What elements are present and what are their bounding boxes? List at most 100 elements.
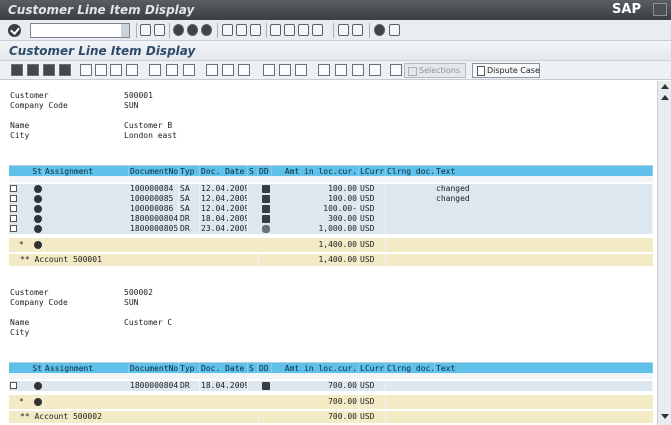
table-row[interactable]: 100000086 SA 12.04.2009 100.00- USD [9,204,653,214]
table-row[interactable]: 1800000805 DR 23.04.2009 1,000.00 USD [9,224,653,234]
first-item-icon[interactable] [11,64,23,76]
choose-layout-icon[interactable] [279,64,291,76]
print-icon[interactable] [222,24,233,36]
document-date: 23.04.2009 [201,224,248,234]
row-select-checkbox[interactable] [10,205,17,212]
due-date-icon [262,185,270,193]
last-page-icon[interactable] [312,24,323,36]
header-field-label: Company Code [10,101,68,110]
column-header[interactable]: Clrng doc. [386,363,435,373]
column-header[interactable]: Typ [179,363,200,373]
table-row[interactable]: 100000085 SA 12.04.2009 100.00 USD changed [9,194,653,204]
column-header[interactable]: DD [258,363,272,373]
find-next-icon[interactable] [250,24,261,36]
row-select-checkbox[interactable] [10,225,17,232]
column-header[interactable]: Text [435,363,653,373]
column-header[interactable]: Amt in loc.cur. [272,166,359,176]
column-header[interactable]: LCurr [359,166,386,176]
save-icon[interactable] [154,24,165,36]
previous-item-icon[interactable] [27,64,39,76]
find-icon[interactable] [236,24,247,36]
toolbar-separator [266,23,267,38]
deselect-all-icon[interactable] [126,64,138,76]
header-field-label: City [10,131,30,140]
info-icon[interactable] [390,64,402,76]
document-type: DR [179,214,200,224]
next-item-icon[interactable] [43,64,55,76]
previous-page-icon[interactable] [284,24,295,36]
command-field[interactable] [30,23,130,38]
filter-icon[interactable] [206,64,218,76]
header-field-label: City [10,328,30,337]
column-header[interactable]: Clrng doc. [386,166,435,176]
column-header[interactable]: Doc. Date [200,363,248,373]
column-header[interactable]: St [9,166,44,176]
shortcut-icon[interactable] [352,24,363,36]
layout-icon[interactable] [263,64,275,76]
subtotal-amount: 1,400.00 [272,254,359,266]
table-row[interactable]: 100000084 SA 12.04.2009 100.00 USD changed [9,184,653,194]
display-icon[interactable] [80,64,92,76]
cancel-icon[interactable] [201,24,212,36]
new-session-icon[interactable] [338,24,349,36]
dispute-case-button[interactable]: Dispute Case [472,63,540,78]
enter-icon[interactable] [8,24,21,37]
layout-menu-icon[interactable] [389,24,400,36]
back-icon[interactable] [140,24,151,36]
column-header[interactable]: Assignment [44,166,129,176]
export-icon[interactable] [318,64,330,76]
column-header[interactable]: Typ [179,166,200,176]
column-header[interactable]: Amt in loc.cur. [272,363,359,373]
column-header[interactable]: DocumentNo [129,363,179,373]
row-select-checkbox[interactable] [10,382,17,389]
total-icon[interactable] [238,64,250,76]
status-open-icon [34,382,42,390]
table-row[interactable]: 1800000804 DR 18.04.2009 700.00 USD [9,381,653,391]
column-header[interactable]: S [248,363,258,373]
column-header[interactable]: Text [435,166,653,176]
vertical-scrollbar[interactable] [657,81,671,425]
status-open-icon [34,241,42,249]
row-select-checkbox[interactable] [10,185,17,192]
sort-ascending-icon[interactable] [222,64,234,76]
header-field-label: Company Code [10,298,68,307]
last-item-icon[interactable] [59,64,71,76]
selections-label: Selections [419,66,461,75]
word-processing-icon[interactable] [352,64,364,76]
column-header[interactable]: DocumentNo [129,166,179,176]
scroll-page-up-icon[interactable] [661,95,669,100]
first-page-icon[interactable] [270,24,281,36]
exit-icon[interactable] [187,24,198,36]
column-header[interactable]: Assignment [44,363,129,373]
spreadsheet-icon[interactable] [335,64,347,76]
column-header[interactable]: S [248,166,258,176]
column-header[interactable]: Doc. Date [200,166,248,176]
account-subtotal-label: ** Account 500002 [19,411,259,423]
scroll-down-icon[interactable] [661,414,669,419]
details-icon[interactable] [183,64,195,76]
scroll-up-icon[interactable] [661,84,669,89]
currency: USD [359,194,386,204]
document-icon[interactable] [149,64,161,76]
column-header[interactable]: DD [258,166,272,176]
status-open-icon [34,398,42,406]
row-select-checkbox[interactable] [10,195,17,202]
row-select-checkbox[interactable] [10,215,17,222]
amount: 100.00 [272,194,359,204]
window-control-button[interactable] [653,3,667,16]
save-layout-icon[interactable] [295,64,307,76]
column-header[interactable]: St [9,363,44,373]
select-all-icon[interactable] [110,64,122,76]
column-header[interactable]: LCurr [359,363,386,373]
next-page-icon[interactable] [298,24,309,36]
command-history-dropdown-icon[interactable] [121,24,129,37]
dispute-case-label: Dispute Case [487,66,540,75]
selections-button[interactable]: Selections [404,63,466,78]
copy-icon[interactable] [166,64,178,76]
back-nav-icon[interactable] [173,24,184,36]
help-icon[interactable] [374,24,385,36]
window-title: Customer Line Item Display [8,3,195,17]
change-icon[interactable] [95,64,107,76]
local-file-icon[interactable] [369,64,381,76]
table-row[interactable]: 1800000804 DR 18.04.2009 300.00 USD [9,214,653,224]
